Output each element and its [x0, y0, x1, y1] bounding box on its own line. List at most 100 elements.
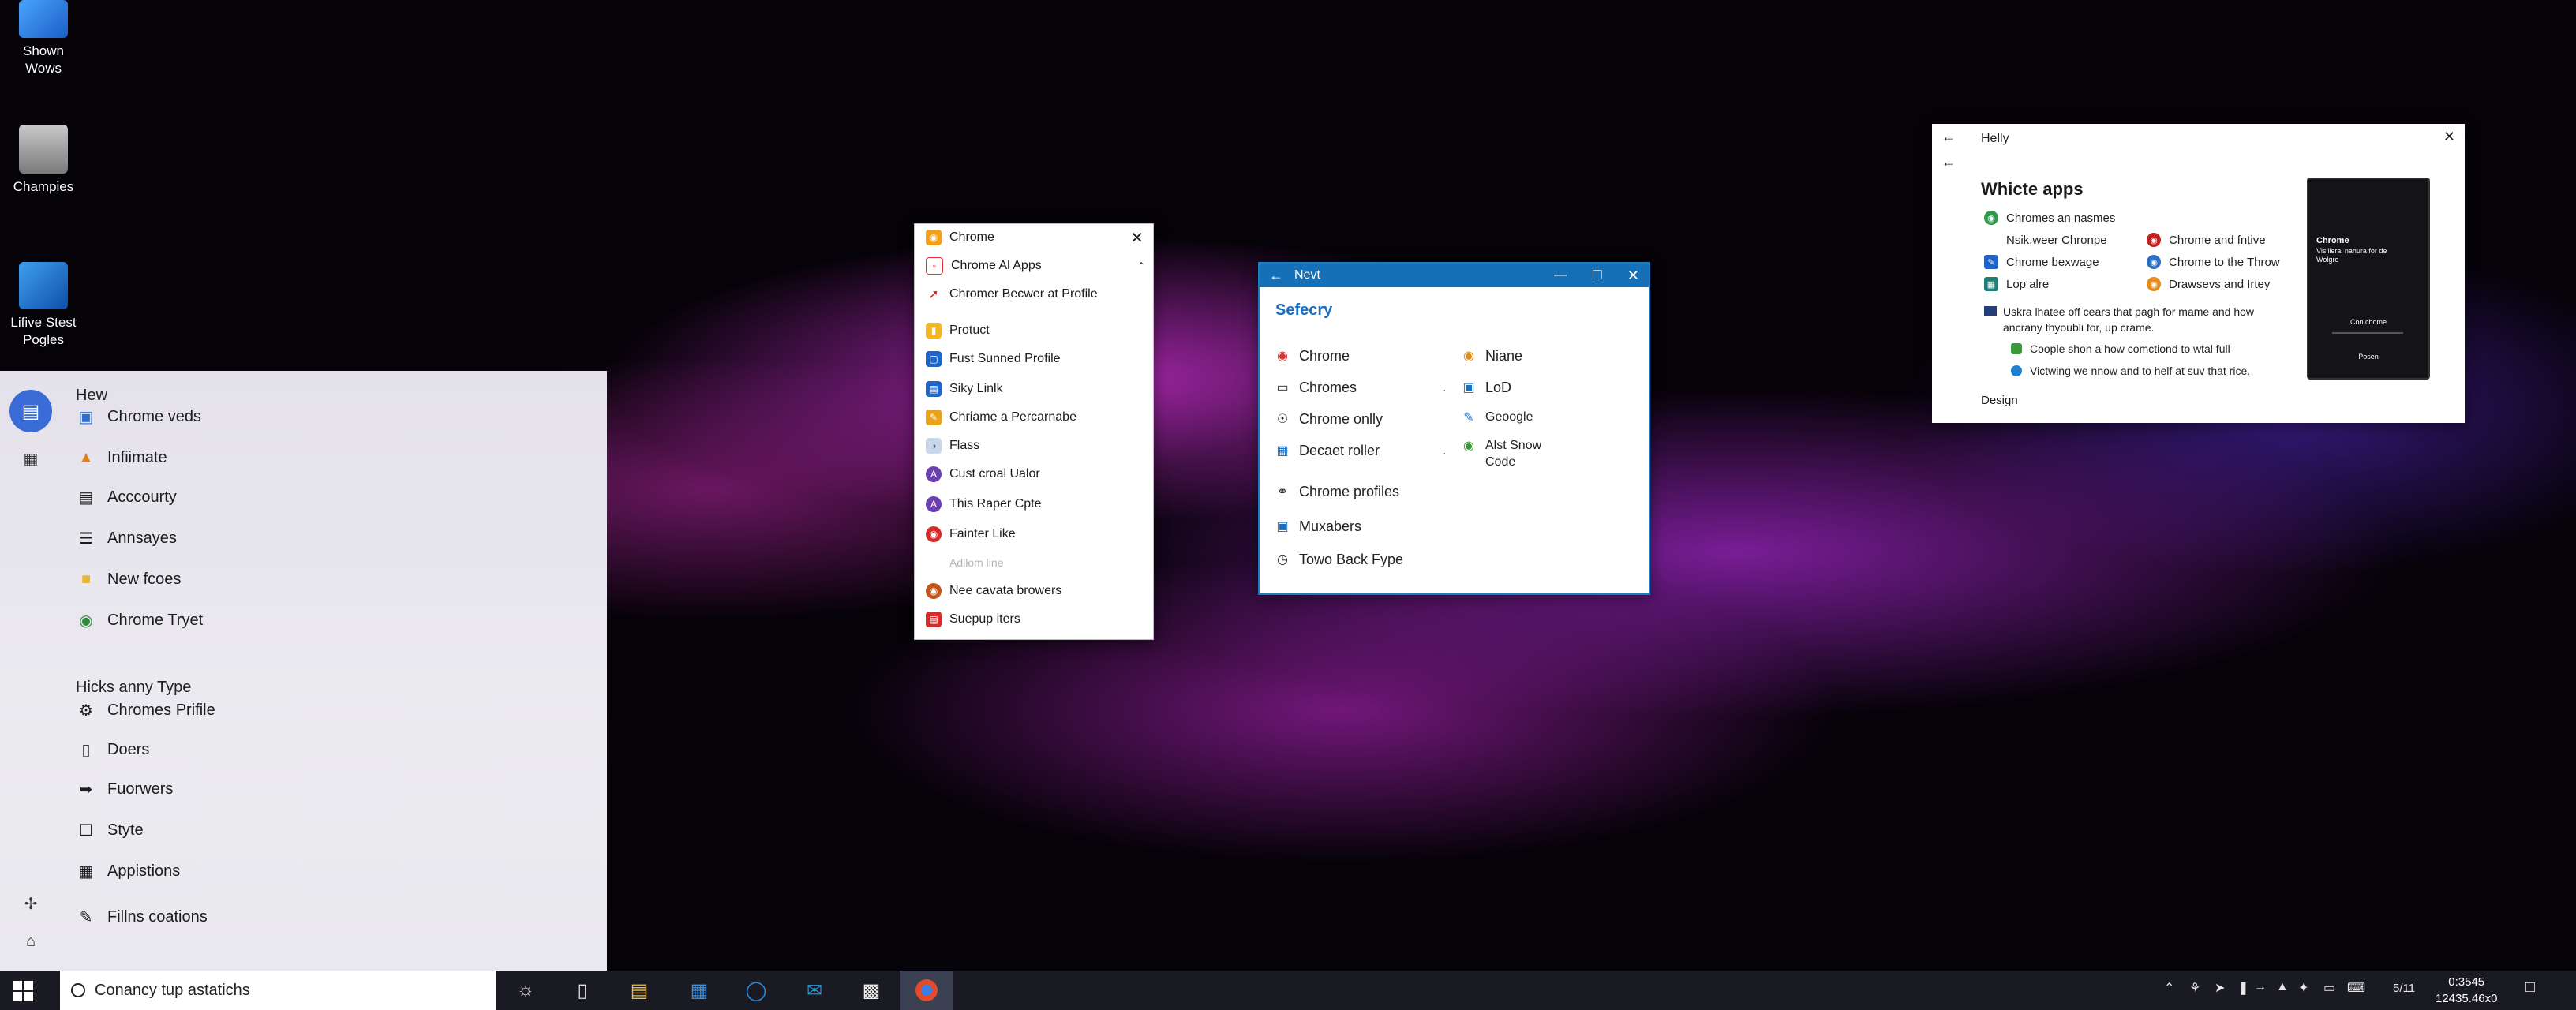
list-icon: ☰ — [79, 529, 93, 548]
minimize-button[interactable]: — — [1554, 268, 1567, 282]
menu-item[interactable]: ➚ Chromer Becwer at Profile — [915, 281, 1153, 308]
arrow-icon[interactable]: → — [2254, 980, 2267, 994]
window-title: Helly — [1981, 132, 2009, 145]
chevron-up-icon[interactable]: ⌃ — [2164, 980, 2174, 996]
menu-item-label: Chrome Al Apps — [951, 259, 1042, 272]
start-item[interactable]: ☰ Annsayes — [76, 522, 177, 554]
start-item-label: Styte — [107, 821, 144, 839]
mail-icon[interactable]: ✉ — [800, 976, 829, 1004]
desktop-icon-champies[interactable]: Champies — [0, 125, 87, 196]
settings-item-label: Niane — [1485, 347, 1523, 364]
file-explorer-icon[interactable]: ▤ — [625, 976, 653, 1004]
settings-item[interactable]: ◉ Alst Snow Code — [1460, 437, 1541, 475]
monitor-icon: ▣ — [78, 408, 94, 426]
desktop-icon[interactable]: ▯ — [568, 976, 597, 1004]
start-item[interactable]: ▣ Chrome veds — [76, 401, 201, 432]
taskbar: Conancy tup astatichs ☼ ▯ ▤ ▦ ◯ ✉ ▩ ⌃ ⚘ … — [0, 971, 2576, 1010]
android-icon: ◉ — [1463, 440, 1474, 453]
menu-item-label: Fainter Like — [949, 527, 1016, 541]
close-button[interactable]: ✕ — [1627, 267, 1639, 284]
start-item[interactable]: ☐ Styte — [76, 814, 144, 846]
start-item[interactable]: ▯ Doers — [76, 734, 149, 765]
start-item[interactable]: ▦ Appistions — [76, 855, 181, 887]
menu-item[interactable]: ◑ Flass — [915, 432, 1153, 459]
task-view-icon[interactable]: ☼ — [511, 976, 540, 1004]
chevron-up-icon[interactable]: ⌃ — [1137, 260, 1145, 271]
back-arrow-icon[interactable]: ← — [1941, 129, 1956, 145]
windows-start-button[interactable] — [13, 981, 33, 1001]
sync-icon[interactable]: ❚ — [2238, 980, 2248, 996]
pen-icon[interactable]: ➤ — [2215, 980, 2225, 996]
app-item[interactable]: ◉ Chrome and fntive — [2147, 230, 2266, 250]
app-item[interactable]: ✎ Chrome bexwage — [1984, 252, 2099, 272]
settings-item[interactable]: ✎ Geoogle — [1460, 406, 1533, 429]
menu-item[interactable]: ▤ Siky Linlk — [915, 376, 1153, 402]
menu-item[interactable]: A This Raper Cpte — [915, 491, 1153, 518]
search-box[interactable]: Conancy tup astatichs — [60, 971, 496, 1010]
settings-item[interactable]: ☉ Chrome onlly — [1274, 407, 1383, 431]
keyboard-icon[interactable]: ⌨ — [2347, 980, 2365, 996]
menu-item[interactable]: ▢ Fust Sunned Profile — [915, 346, 1153, 372]
back-arrow-icon[interactable]: ← — [1941, 154, 1956, 170]
people-icon[interactable]: ⚘ — [2189, 980, 2200, 996]
maximize-button[interactable]: ☐ — [1592, 267, 1603, 283]
phone-title: Chrome — [2316, 236, 2349, 245]
start-list-button[interactable]: ▦ — [9, 437, 52, 480]
desktop-icon-lifive[interactable]: Lifive Stest Pogles — [0, 262, 87, 349]
desktop-icon-shown-wows[interactable]: Shown Wows — [0, 0, 87, 77]
settings-item[interactable]: ▣ Muxabers — [1274, 514, 1361, 538]
menu-item[interactable]: ▮ Protuct — [915, 317, 1153, 344]
store-icon[interactable]: ▦ — [685, 976, 713, 1004]
back-arrow-icon[interactable]: ← — [1269, 267, 1283, 284]
settings-item[interactable]: ◉ Niane — [1460, 344, 1522, 368]
start-home-button[interactable]: ▤ — [9, 390, 52, 432]
edge-icon[interactable]: ◯ — [742, 976, 770, 1004]
chrome-icon — [915, 979, 938, 1001]
close-icon[interactable]: ✕ — [1130, 228, 1144, 248]
notification-icon[interactable]: □ — [2525, 978, 2535, 997]
app-item[interactable]: ◉ Chrome to the Throw — [2147, 252, 2280, 272]
start-item[interactable]: ▤ Acccourty — [76, 481, 177, 513]
chrome-icon: ◉ — [926, 230, 942, 245]
settings-item[interactable]: ▦ Decaet roller — [1274, 439, 1380, 462]
start-item[interactable]: ⚙ Chromes Prifile — [76, 694, 215, 726]
twitter-icon[interactable]: ✦ — [2298, 980, 2308, 996]
settings-item[interactable]: ⚭ Chrome profiles — [1274, 480, 1399, 503]
battery-icon[interactable]: ▭ — [2323, 980, 2335, 996]
footer-link[interactable]: Design — [1981, 394, 2018, 407]
settings-item-label: Alst Snow Code — [1485, 437, 1541, 470]
phone-button[interactable]: Posen — [2308, 353, 2428, 361]
gear-icon: ⚙ — [79, 701, 93, 720]
menu-item[interactable]: A Cust croal Ualor — [915, 461, 1153, 488]
start-item[interactable]: ■ New fcoes — [76, 563, 181, 595]
settings-item-label: Decaet roller — [1299, 442, 1380, 458]
start-item[interactable]: ◉ Chrome Tryet — [76, 604, 203, 636]
settings-item[interactable]: ◷ Towo Back Fype — [1274, 548, 1403, 571]
start-power-button[interactable]: ⌂ — [9, 920, 52, 963]
settings-item[interactable]: ◉ Chrome — [1274, 344, 1350, 368]
close-icon[interactable]: ✕ — [2443, 129, 2455, 145]
calendar-icon[interactable]: ▩ — [857, 976, 886, 1004]
menu-item[interactable]: ▫ Chrome Al Apps ⌃ — [915, 252, 1153, 279]
tray-date[interactable]: 5/11 — [2393, 982, 2415, 995]
start-item[interactable]: ▲ Infiimate — [76, 442, 167, 473]
settings-item[interactable]: ▣ LoD — [1460, 376, 1511, 399]
menu-item[interactable]: ◉ Nee cavata browers — [915, 578, 1153, 604]
app-item[interactable]: Nsik.weer Chronpe — [1984, 230, 2107, 250]
menu-item[interactable]: ◉ Fainter Like — [915, 521, 1153, 548]
start-item[interactable]: ✎ Fillns coations — [76, 901, 208, 933]
section-heading: Sefecry — [1275, 301, 1333, 319]
tray-clock[interactable]: 0:3545 12435.46x0 — [2436, 974, 2497, 1007]
chart-icon: ▤ — [78, 488, 94, 507]
chrome-taskbar-icon[interactable] — [900, 971, 953, 1010]
app-item[interactable]: ▦ Lop alre — [1984, 274, 2049, 294]
start-settings-button[interactable]: ✢ — [9, 882, 52, 925]
menu-item-label: Flass — [949, 439, 980, 452]
network-icon[interactable]: ▲ — [2276, 980, 2289, 994]
app-item[interactable]: ◉ Drawsevs and Irtey — [2147, 274, 2270, 294]
menu-item[interactable]: ▤ Suepup iters — [915, 606, 1153, 633]
start-item[interactable]: ➥ Fuorwers — [76, 773, 174, 805]
app-item[interactable]: ◉ Chromes an nasmes — [1984, 208, 2115, 228]
settings-item[interactable]: ▭ Chromes — [1274, 376, 1357, 399]
menu-item[interactable]: ✎ Chriame a Percarnabe — [915, 404, 1153, 431]
